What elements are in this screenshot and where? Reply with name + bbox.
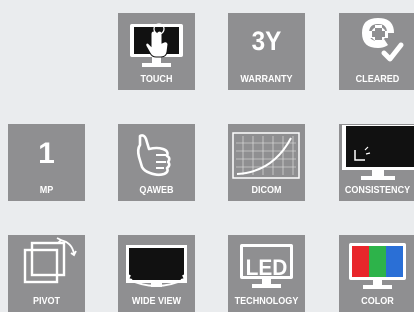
warranty-value: 3Y bbox=[251, 26, 282, 56]
dicom-label: DICOM bbox=[251, 184, 282, 196]
consistency-tile: CONSISTENCY bbox=[339, 124, 414, 201]
color-label: COLOR bbox=[361, 295, 394, 307]
pivot-label: PIVOT bbox=[32, 295, 61, 307]
wide-view-monitor-icon bbox=[118, 235, 195, 297]
rgb-monitor-icon bbox=[339, 235, 414, 297]
wide-view-label: WIDE VIEW bbox=[131, 295, 182, 307]
consistency-label: CONSISTENCY bbox=[344, 184, 411, 196]
touch-tile: TOUCH bbox=[118, 13, 195, 90]
wide-view-tile: WIDE VIEW bbox=[118, 235, 195, 312]
dicom-tile: DICOM bbox=[228, 124, 305, 201]
led-value: LED bbox=[245, 255, 288, 280]
qaweb-tile: QAWEB bbox=[118, 124, 195, 201]
cleared-tile: CLEARED bbox=[339, 13, 414, 90]
technology-label: TECHNOLOGY bbox=[234, 295, 299, 307]
medical-cross-check-icon bbox=[339, 13, 414, 75]
megapixel-tile: 1 MP bbox=[8, 124, 85, 201]
thumbs-up-icon bbox=[118, 124, 195, 186]
consistency-monitor-icon bbox=[339, 124, 414, 186]
pivot-tile: PIVOT bbox=[8, 235, 85, 312]
qaweb-label: QAWEB bbox=[139, 184, 174, 196]
cleared-label: CLEARED bbox=[355, 73, 400, 85]
touch-monitor-icon bbox=[118, 13, 195, 75]
pivot-rotate-icon bbox=[8, 235, 85, 297]
megapixel-value: 1 bbox=[38, 137, 55, 170]
megapixel-label: MP bbox=[39, 184, 54, 196]
touch-label: TOUCH bbox=[140, 73, 173, 85]
dicom-curve-monitor-icon bbox=[228, 124, 305, 186]
warranty-tile: 3Y WARRANTY bbox=[228, 13, 305, 90]
technology-tile: LED TECHNOLOGY bbox=[228, 235, 305, 312]
warranty-label: WARRANTY bbox=[240, 73, 293, 85]
color-tile: COLOR bbox=[339, 235, 414, 312]
